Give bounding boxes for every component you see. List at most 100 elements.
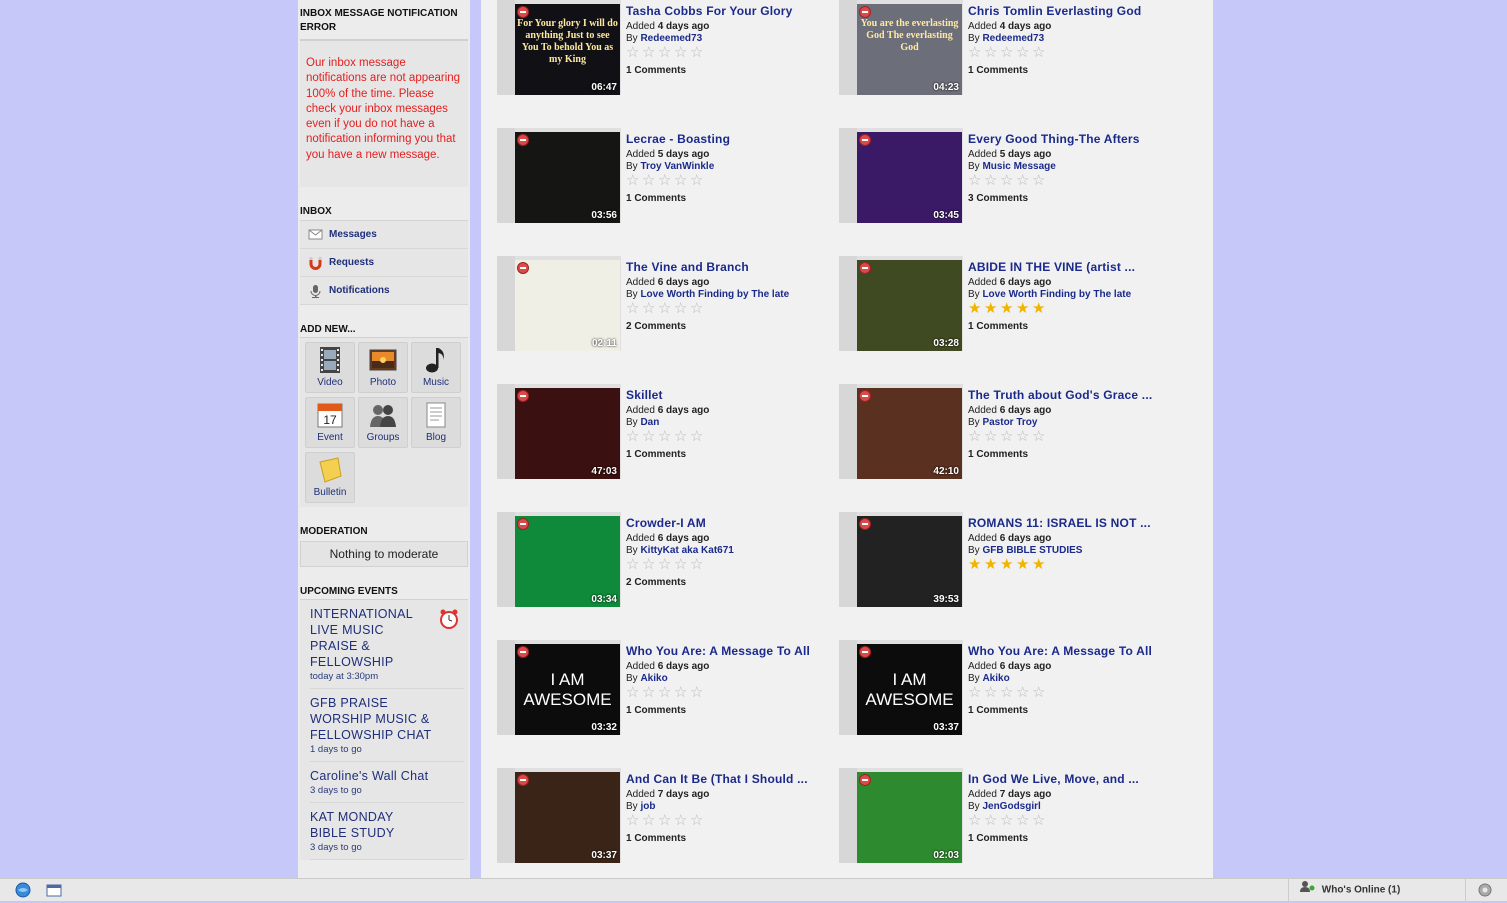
inbox-messages[interactable]: Messages [300,221,468,250]
event-item[interactable]: KAT MONDAY BIBLE STUDY 3 days to go [310,803,464,861]
video-title[interactable]: ABIDE IN THE VINE (artist ... [968,260,1168,274]
rating-star-icon[interactable]: ☆ [1000,45,1014,60]
remove-icon[interactable] [517,518,529,530]
remove-icon[interactable] [517,134,529,146]
author-link[interactable]: Troy VanWinkle [640,161,714,172]
rating-star-icon[interactable]: ☆ [674,429,688,444]
author-link[interactable]: Music Message [982,161,1055,172]
remove-icon[interactable] [859,6,871,18]
rating-star-icon[interactable]: ☆ [626,45,640,60]
remove-icon[interactable] [517,262,529,274]
rating-star-icon[interactable]: ☆ [674,45,688,60]
rating-star-icon[interactable]: ☆ [674,301,688,316]
event-item[interactable]: Caroline's Wall Chat 3 days to go [310,762,464,804]
video-comments[interactable]: 1 Comments [968,321,1168,332]
rating-star-icon[interactable]: ★ [984,301,998,316]
add-groups-button[interactable]: Groups [358,397,408,449]
inbox-requests[interactable]: Requests [300,249,468,278]
rating-star-icon[interactable]: ☆ [690,685,704,700]
rating-star-icon[interactable]: ☆ [1032,173,1046,188]
video-title[interactable]: Chris Tomlin Everlasting God [968,4,1168,18]
author-link[interactable]: job [640,801,655,812]
video-title[interactable]: And Can It Be (That I Should ... [626,772,826,786]
inbox-notifications[interactable]: Notifications [300,277,468,306]
rating-star-icon[interactable]: ☆ [626,685,640,700]
rating-star-icon[interactable]: ☆ [642,173,656,188]
video-title[interactable]: Skillet [626,388,826,402]
remove-icon[interactable] [859,518,871,530]
author-link[interactable]: Akiko [640,673,667,684]
rating-star-icon[interactable]: ☆ [690,45,704,60]
rating-star-icon[interactable]: ☆ [626,813,640,828]
rating-star-icon[interactable]: ☆ [968,685,982,700]
whos-online-button[interactable]: Who's Online (1) [1288,879,1466,901]
video-thumbnail[interactable]: I AM AWESOME 03:37 [857,644,962,735]
rating-star-icon[interactable]: ★ [1032,557,1046,572]
rating-star-icon[interactable]: ☆ [674,685,688,700]
video-title[interactable]: The Truth about God's Grace ... [968,388,1168,402]
add-photo-button[interactable]: Photo [358,342,408,394]
rating-star-icon[interactable]: ☆ [1000,685,1014,700]
video-thumbnail[interactable]: 02:03 [857,772,962,863]
rating-star-icon[interactable]: ☆ [984,685,998,700]
video-title[interactable]: Crowder-I AM [626,516,826,530]
author-link[interactable]: Love Worth Finding by The late [982,289,1131,300]
rating-star-icon[interactable]: ☆ [1016,45,1030,60]
remove-icon[interactable] [517,774,529,786]
rating-star-icon[interactable]: ★ [1000,301,1014,316]
video-title[interactable]: Lecrae - Boasting [626,132,826,146]
rating-star-icon[interactable]: ☆ [642,45,656,60]
video-comments[interactable]: 1 Comments [626,705,826,716]
video-comments[interactable]: 2 Comments [626,577,826,588]
rating-star-icon[interactable]: ☆ [984,429,998,444]
rating-star-icon[interactable]: ☆ [626,173,640,188]
rating-star-icon[interactable]: ☆ [642,557,656,572]
rating-star-icon[interactable]: ☆ [658,45,672,60]
event-item[interactable]: INTERNATIONAL LIVE MUSIC PRAISE & FELLOW… [310,600,464,690]
author-link[interactable]: Redeemed73 [982,33,1044,44]
video-comments[interactable]: 2 Comments [626,321,826,332]
video-title[interactable]: Tasha Cobbs For Your Glory [626,4,826,18]
rating-star-icon[interactable]: ☆ [690,813,704,828]
rating-star-icon[interactable]: ☆ [1000,173,1014,188]
rating-star-icon[interactable]: ★ [968,557,982,572]
rating-star-icon[interactable]: ★ [984,557,998,572]
rating-star-icon[interactable]: ☆ [658,429,672,444]
remove-icon[interactable] [517,390,529,402]
rating-star-icon[interactable]: ☆ [968,813,982,828]
video-title[interactable]: Who You Are: A Message To All [968,644,1168,658]
video-thumbnail[interactable]: 02:11 [515,260,620,351]
remove-icon[interactable] [859,646,871,658]
video-comments[interactable]: 1 Comments [968,449,1168,460]
rating-star-icon[interactable]: ☆ [968,173,982,188]
rating-star-icon[interactable]: ☆ [1032,45,1046,60]
add-music-button[interactable]: Music [411,342,461,394]
event-item[interactable]: GFB PRAISE WORSHIP MUSIC & FELLOWSHIP CH… [310,689,464,763]
author-link[interactable]: Akiko [982,673,1009,684]
remove-icon[interactable] [859,390,871,402]
author-link[interactable]: JenGodsgirl [982,801,1040,812]
remove-icon[interactable] [859,774,871,786]
video-thumbnail[interactable]: You are the everlasting God The everlast… [857,4,962,95]
video-thumbnail[interactable]: 47:03 [515,388,620,479]
rating-star-icon[interactable]: ☆ [658,813,672,828]
rating-star-icon[interactable]: ☆ [658,173,672,188]
rating-star-icon[interactable]: ☆ [1032,685,1046,700]
video-comments[interactable]: 1 Comments [626,193,826,204]
rating-star-icon[interactable]: ★ [1000,557,1014,572]
video-title[interactable]: ROMANS 11: ISRAEL IS NOT ... [968,516,1168,530]
rating-star-icon[interactable]: ★ [968,301,982,316]
video-thumbnail[interactable]: 03:28 [857,260,962,351]
author-link[interactable]: KittyKat aka Kat671 [640,545,733,556]
video-comments[interactable]: 1 Comments [626,65,826,76]
video-thumbnail[interactable]: 03:45 [857,132,962,223]
rating-star-icon[interactable]: ☆ [658,557,672,572]
remove-icon[interactable] [859,134,871,146]
video-comments[interactable]: 1 Comments [968,833,1168,844]
video-thumbnail[interactable]: 03:34 [515,516,620,607]
video-thumbnail[interactable]: 03:37 [515,772,620,863]
rating-star-icon[interactable]: ★ [1016,557,1030,572]
rating-star-icon[interactable]: ☆ [626,429,640,444]
rating-star-icon[interactable]: ☆ [1032,429,1046,444]
video-thumbnail[interactable]: I AM AWESOME 03:32 [515,644,620,735]
